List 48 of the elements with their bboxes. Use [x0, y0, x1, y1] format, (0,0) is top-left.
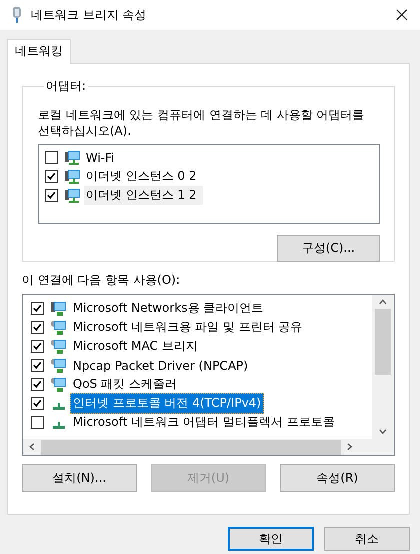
- checkbox[interactable]: [31, 302, 44, 315]
- component-item[interactable]: Npcap Packet Driver (NPCAP): [70, 356, 252, 374]
- action-button[interactable]: 설치(N)...: [22, 464, 137, 492]
- computer-gear-icon: [51, 376, 67, 392]
- component-item[interactable]: Microsoft 네트워크용 파일 및 프린터 공유: [70, 317, 306, 338]
- scroll-down-icon[interactable]: [379, 429, 387, 435]
- component-item[interactable]: Microsoft Networks용 클라이언트: [70, 298, 267, 319]
- components-label: 이 연결에 다음 항목 사용(O):: [22, 272, 182, 289]
- configure-button[interactable]: 구성(C)...: [277, 235, 380, 262]
- component-item[interactable]: QoS 패킷 스케줄러: [70, 374, 180, 395]
- horizontal-scrollbar[interactable]: [23, 439, 394, 455]
- computer-gear-icon: [51, 338, 67, 354]
- vertical-scrollbar[interactable]: [372, 295, 394, 439]
- checkbox[interactable]: [31, 416, 44, 429]
- checkbox[interactable]: [45, 189, 58, 202]
- bridge-icon: [12, 6, 22, 24]
- checkbox[interactable]: [45, 170, 58, 183]
- ok-button[interactable]: 확인: [228, 527, 314, 551]
- scroll-right-icon[interactable]: [347, 443, 353, 451]
- network-computer-icon: [65, 168, 81, 184]
- checkbox[interactable]: [31, 321, 44, 334]
- tab[interactable]: 네트워킹: [7, 39, 71, 64]
- adapter-item[interactable]: Wi-Fi: [84, 150, 117, 166]
- computer-gear-icon: [51, 358, 67, 374]
- network-computer-icon: [65, 188, 81, 204]
- group-title: 어댑터:: [45, 78, 88, 95]
- checkbox[interactable]: [31, 359, 44, 372]
- component-item[interactable]: 인터넷 프로토콜 버전 4(TCP/IPv4): [70, 393, 264, 414]
- computer-gear-icon: [51, 320, 67, 336]
- scroll-up-icon[interactable]: [379, 299, 387, 305]
- scroll-left-icon[interactable]: [29, 443, 35, 451]
- checkbox[interactable]: [45, 151, 58, 164]
- adapter-item[interactable]: 이더넷 인스턴스 1 2: [84, 186, 203, 205]
- component-item[interactable]: Microsoft MAC 브리지: [70, 336, 201, 357]
- component-item[interactable]: Microsoft 네트워크 어댑터 멀티플렉서 프로토콜: [70, 412, 338, 433]
- checkbox[interactable]: [31, 378, 44, 391]
- computer-icon: [51, 300, 67, 316]
- checkbox[interactable]: [31, 397, 44, 410]
- action-button[interactable]: 속성(R): [280, 464, 395, 492]
- protocol-icon: [52, 402, 66, 410]
- network-computer-icon: [65, 150, 81, 166]
- checkbox[interactable]: [31, 340, 44, 353]
- protocol-icon: [52, 422, 66, 428]
- close-icon[interactable]: [396, 9, 408, 21]
- adapter-description: 로컬 네트워크에 있는 컴퓨터에 연결하는 데 사용할 어댑터를 선택하십시오(A).: [38, 107, 366, 139]
- cancel-button[interactable]: 취소: [324, 527, 410, 551]
- window-title: 네트워크 브리지 속성: [31, 6, 148, 24]
- adapter-item[interactable]: 이더넷 인스턴스 0 2: [84, 167, 199, 186]
